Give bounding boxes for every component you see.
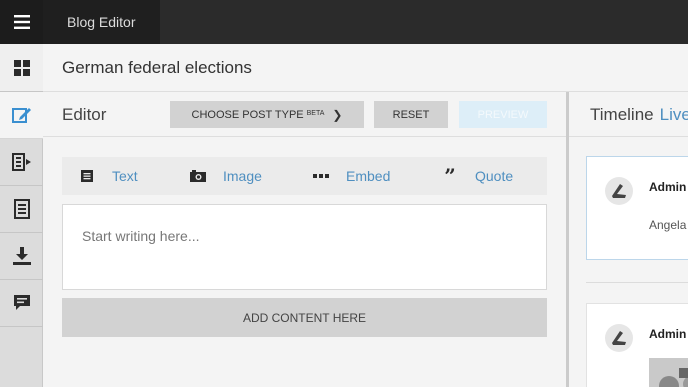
comment-icon bbox=[13, 295, 30, 310]
sidebar-item-comments[interactable] bbox=[0, 280, 43, 327]
dashboard-icon bbox=[13, 59, 30, 76]
sidebar-item-output[interactable] bbox=[0, 139, 43, 186]
sidebar-item-download[interactable] bbox=[0, 233, 43, 280]
choose-post-type-button[interactable]: CHOOSE POST TYPE BETA ❯ bbox=[170, 101, 364, 128]
post-image-thumbnail bbox=[649, 358, 688, 387]
avatar bbox=[605, 324, 633, 352]
timeline-panel: Timeline Live Admin Angela Admin bbox=[569, 92, 688, 387]
tool-quote[interactable]: ” Quote bbox=[442, 157, 513, 195]
timeline-separator bbox=[586, 282, 688, 283]
avatar-image-icon bbox=[612, 331, 626, 345]
add-content-button[interactable]: ADD CONTENT HERE bbox=[62, 298, 547, 337]
post-content-input[interactable]: Start writing here... bbox=[62, 204, 547, 290]
editor-header: Editor CHOOSE POST TYPE BETA ❯ RESET PRE… bbox=[43, 92, 566, 137]
sidebar-item-posts[interactable] bbox=[0, 186, 43, 233]
choose-post-type-label: CHOOSE POST TYPE bbox=[191, 108, 304, 121]
camera-icon bbox=[190, 170, 206, 182]
editor-panel: Editor CHOOSE POST TYPE BETA ❯ RESET PRE… bbox=[43, 92, 566, 387]
app-tab-blog-editor[interactable]: Blog Editor bbox=[43, 0, 160, 44]
preview-button[interactable]: PREVIEW bbox=[459, 101, 547, 128]
sidebar-item-editor[interactable] bbox=[0, 92, 43, 139]
hamburger-menu-button[interactable] bbox=[0, 0, 43, 44]
avatar-image-icon bbox=[612, 184, 626, 198]
beta-badge: BETA bbox=[306, 110, 325, 117]
sidebar-item-dashboard[interactable] bbox=[0, 44, 43, 92]
text-icon bbox=[79, 170, 95, 182]
edit-icon bbox=[11, 108, 31, 123]
tool-embed-label: Embed bbox=[346, 168, 391, 184]
post-author: Admin bbox=[649, 180, 687, 194]
tool-image-label: Image bbox=[223, 168, 262, 184]
quote-icon: ” bbox=[444, 164, 456, 188]
timeline-title: Timeline Live bbox=[590, 105, 688, 125]
timeline-header: Timeline Live bbox=[569, 92, 688, 137]
output-icon bbox=[11, 153, 31, 171]
post-text: Angela bbox=[649, 218, 687, 232]
content-type-toolbar: Text Image Embed ” Quote bbox=[62, 157, 547, 195]
tool-text-label: Text bbox=[112, 168, 138, 184]
download-icon bbox=[12, 247, 31, 265]
hamburger-icon bbox=[13, 15, 30, 29]
document-icon bbox=[13, 199, 30, 219]
title-bar: German federal elections bbox=[43, 44, 688, 92]
avatar bbox=[605, 177, 633, 205]
tool-image[interactable]: Image bbox=[190, 157, 262, 195]
timeline-post[interactable]: Admin Angela bbox=[586, 156, 688, 260]
left-sidebar bbox=[0, 44, 43, 387]
embed-icon bbox=[313, 174, 329, 178]
page-title: German federal elections bbox=[62, 58, 252, 77]
chevron-right-icon: ❯ bbox=[332, 107, 343, 122]
timeline-label: Timeline bbox=[590, 105, 654, 124]
editor-label: Editor bbox=[62, 105, 107, 124]
tool-text[interactable]: Text bbox=[79, 157, 138, 195]
tool-quote-label: Quote bbox=[475, 168, 514, 184]
tool-embed[interactable]: Embed bbox=[313, 157, 390, 195]
top-bar: Blog Editor bbox=[0, 0, 688, 44]
timeline-live-tab[interactable]: Live bbox=[660, 105, 688, 124]
reset-button[interactable]: RESET bbox=[374, 101, 448, 128]
timeline-post[interactable]: Admin bbox=[586, 303, 688, 387]
post-author: Admin bbox=[649, 327, 687, 341]
